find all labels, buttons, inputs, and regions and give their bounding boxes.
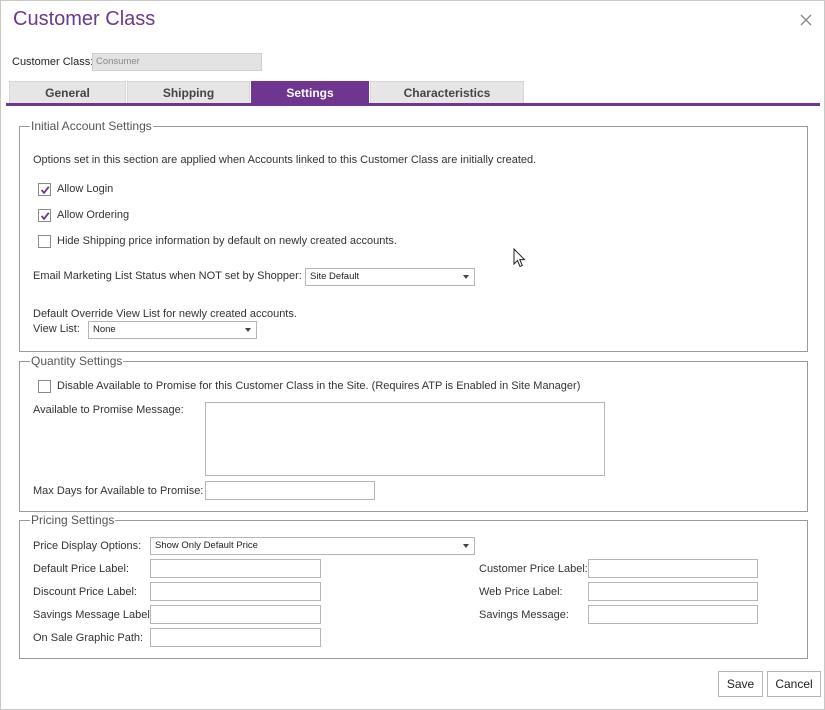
customer-price-label: Customer Price Label: (479, 563, 588, 575)
pricing-settings-legend: Pricing Settings (31, 513, 115, 527)
customer-class-dialog: Customer Class Customer Class: Consumer … (0, 0, 825, 710)
allow-ordering-label: Allow Ordering (57, 209, 130, 221)
view-list-select[interactable]: None (88, 321, 257, 339)
savings-message-input[interactable] (588, 605, 758, 624)
initial-account-settings-legend: Initial Account Settings (31, 119, 152, 133)
email-marketing-select[interactable]: Site Default (305, 268, 475, 286)
email-marketing-label: Email Marketing List Status when NOT set… (33, 270, 302, 282)
default-override-label: Default Override View List for newly cre… (33, 308, 297, 320)
save-button[interactable]: Save (718, 671, 763, 697)
allow-login-label: Allow Login (57, 183, 114, 195)
disable-atp-label: Disable Available to Promise for this Cu… (57, 380, 581, 392)
chevron-down-icon (463, 275, 469, 279)
discount-price-label: Discount Price Label: (33, 586, 137, 598)
tab-general[interactable]: General (9, 81, 126, 103)
tab-characteristics[interactable]: Characteristics (370, 81, 524, 103)
allow-login-checkbox[interactable] (38, 183, 51, 196)
mouse-pointer-icon (513, 247, 527, 271)
initial-settings-description: Options set in this section are applied … (33, 154, 537, 166)
chevron-down-icon (245, 328, 251, 332)
default-price-input[interactable] (150, 559, 321, 578)
close-icon[interactable] (798, 12, 814, 28)
chevron-down-icon (463, 544, 469, 548)
email-marketing-value: Site Default (310, 271, 360, 282)
customer-class-label: Customer Class: (12, 56, 94, 68)
atp-message-textarea[interactable] (205, 402, 605, 476)
disable-atp-checkbox[interactable] (38, 380, 51, 393)
tab-settings[interactable]: Settings (251, 81, 369, 103)
max-days-label: Max Days for Available to Promise: (33, 485, 204, 497)
quantity-settings-legend: Quantity Settings (31, 354, 123, 368)
price-display-label: Price Display Options: (33, 540, 142, 552)
price-display-value: Show Only Default Price (155, 540, 258, 551)
savings-message-label-input[interactable] (150, 605, 321, 624)
web-price-label: Web Price Label: (479, 586, 563, 598)
dialog-title: Customer Class (13, 8, 156, 30)
customer-price-input[interactable] (588, 559, 758, 578)
tab-underline (6, 103, 820, 106)
view-list-value: None (93, 324, 116, 335)
on-sale-graphic-label: On Sale Graphic Path: (33, 632, 144, 644)
max-days-input[interactable] (205, 481, 375, 500)
tab-shipping[interactable]: Shipping (127, 81, 250, 103)
hide-shipping-label: Hide Shipping price information by defau… (57, 235, 397, 247)
view-list-label: View List: (33, 323, 80, 335)
web-price-input[interactable] (588, 582, 758, 601)
atp-message-label: Available to Promise Message: (33, 404, 184, 416)
savings-message-label-label: Savings Message Label: (33, 609, 153, 621)
default-price-label: Default Price Label: (33, 563, 129, 575)
price-display-select[interactable]: Show Only Default Price (150, 537, 475, 555)
allow-ordering-checkbox[interactable] (38, 209, 51, 222)
on-sale-graphic-input[interactable] (150, 628, 321, 647)
discount-price-input[interactable] (150, 582, 321, 601)
cancel-button[interactable]: Cancel (767, 671, 821, 697)
customer-class-input: Consumer (92, 53, 262, 71)
hide-shipping-checkbox[interactable] (38, 235, 51, 248)
savings-message-label: Savings Message: (479, 609, 569, 621)
